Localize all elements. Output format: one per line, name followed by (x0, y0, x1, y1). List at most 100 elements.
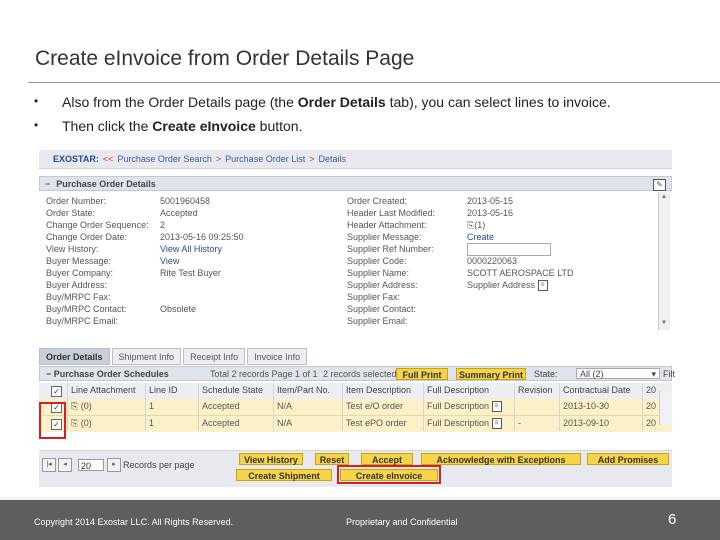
paperclip-icon: ⎘ (71, 418, 79, 428)
bullet-text-bold: Order Details (297, 94, 386, 110)
bullet-text: Also from the Order Details page (the Or… (62, 94, 611, 110)
column-header[interactable]: 20 (646, 385, 656, 395)
supplier-address-label: Supplier Address (467, 280, 536, 290)
attachment-count: (0) (80, 401, 92, 411)
bullet-list: • Also from the Order Details page (the … (34, 94, 611, 142)
field-label: Buyer Company: (46, 268, 114, 278)
view-history-button[interactable]: View History (239, 453, 303, 465)
table-cell: Accepted (202, 401, 240, 411)
acknowledge-exceptions-button[interactable]: Acknowledge with Exceptions (421, 453, 581, 465)
breadcrumb-sep: > (309, 154, 315, 164)
first-page-icon[interactable]: |◂ (42, 458, 56, 472)
create-message-link[interactable]: Create (467, 232, 494, 242)
detail-row: Buyer Address: Supplier Address: Supplie… (39, 280, 659, 292)
document-icon: ≡ (491, 401, 502, 413)
collapse-icon[interactable]: − (45, 179, 50, 189)
po-details-header[interactable]: − Purchase Order Details ✎ (39, 176, 672, 191)
field-label: Buy/MRPC Fax: (46, 292, 111, 302)
breadcrumb-item[interactable]: Details (318, 154, 346, 164)
full-description-link[interactable]: Full Description ≡ (427, 401, 502, 413)
column-header[interactable]: Revision (518, 385, 558, 395)
line-attachment[interactable]: ⎘ (0) (71, 418, 92, 429)
field-value: Obsolete (160, 304, 197, 314)
table-cell: 20 (646, 401, 657, 411)
column-header[interactable]: Line Attachment (71, 385, 136, 395)
breadcrumb-sep: > (215, 154, 222, 164)
field-label: Supplier Fax: (347, 292, 401, 302)
buyer-message-link[interactable]: View (160, 256, 179, 266)
full-description-link[interactable]: Full Description ≡ (427, 418, 502, 430)
tab-receipt-info[interactable]: Receipt Info (183, 348, 246, 365)
tab-shipment-info[interactable]: Shipment Info (111, 348, 182, 365)
breadcrumb-item[interactable]: Purchase Order List (225, 154, 305, 164)
field-label: Supplier Message: (347, 232, 422, 242)
column-header[interactable]: Contractual Date (563, 385, 643, 395)
records-per-page-select[interactable]: 20 (78, 459, 104, 471)
table-cell: 2013-09-10 (563, 418, 610, 428)
table-cell: - (518, 418, 521, 428)
summary-print-button[interactable]: Summary Print (456, 368, 526, 380)
full-description-text: Full Description (427, 418, 490, 428)
field-label: Order Number: (46, 196, 107, 206)
scroll-down-icon[interactable]: ▼ (660, 320, 668, 328)
details-scrollbar[interactable]: ▲ ▼ (658, 192, 670, 330)
attachment-count: (1) (474, 220, 486, 230)
edit-icon[interactable]: ✎ (653, 179, 666, 191)
prev-page-icon[interactable]: ◂ (58, 458, 72, 472)
slide-title: Create eInvoice from Order Details Page (35, 47, 415, 70)
tab-invoice-info[interactable]: Invoice Info (247, 348, 308, 365)
breadcrumb-item[interactable]: Purchase Order Search (117, 154, 212, 164)
column-divider (642, 383, 643, 431)
table-cell: N/A (277, 418, 293, 428)
reset-button[interactable]: Reset (315, 453, 349, 465)
tab-order-details[interactable]: Order Details (39, 348, 110, 365)
checkbox-highlight-box (39, 402, 66, 439)
state-select[interactable]: All (2) ▾ (576, 368, 660, 379)
column-header[interactable]: Full Description (427, 385, 513, 395)
full-print-button[interactable]: Full Print (396, 368, 448, 380)
table-row[interactable]: ✓ ⎘ (0) 1 Accepted N/A Test ePO order Fu… (39, 415, 672, 432)
filter-label[interactable]: Filt (663, 369, 675, 379)
detail-row: Buyer Company: Rite Test Buyer Supplier … (39, 268, 659, 280)
full-description-text: Full Description (427, 401, 490, 411)
detail-row: Buyer Message: View Supplier Code: 00002… (39, 256, 659, 268)
field-value: Accepted (160, 208, 198, 218)
schedules-title-text: Purchase Order Schedules (53, 369, 169, 379)
column-header[interactable]: Line ID (149, 385, 178, 395)
state-select-value: All (2) (580, 369, 604, 379)
create-shipment-button[interactable]: Create Shipment (236, 469, 332, 481)
table-scrollbar[interactable] (659, 391, 672, 425)
bullet-text-part: Also from the Order Details page (the (62, 94, 298, 110)
bullet-item: • Then click the Create eInvoice button. (34, 118, 611, 142)
copyright-text: Copyright 2014 Exostar LLC. All Rights R… (34, 517, 234, 527)
bullet-text: Then click the Create eInvoice button. (62, 118, 302, 134)
add-promises-button[interactable]: Add Promises (587, 453, 669, 465)
select-all-checkbox[interactable]: ✓ (51, 386, 62, 397)
breadcrumb-back[interactable]: << (103, 154, 114, 164)
tab-bar: Order Details Shipment Info Receipt Info… (39, 348, 309, 365)
view-history-link[interactable]: View All History (160, 244, 222, 254)
brand-label: EXOSTAR: (53, 154, 99, 164)
accept-button[interactable]: Accept (361, 453, 413, 465)
column-header[interactable]: Item Description (346, 385, 426, 395)
scroll-up-icon[interactable]: ▲ (660, 194, 668, 202)
table-cell: Accepted (202, 418, 240, 428)
column-header[interactable]: Schedule State (202, 385, 272, 395)
field-label: Change Order Date: (46, 232, 128, 242)
table-row[interactable]: ✓ ⎘ (0) 1 Accepted N/A Test e/O order Fu… (39, 399, 672, 415)
attachment-link[interactable]: ⎘(1) (467, 220, 485, 231)
next-page-icon[interactable]: ▸ (107, 458, 121, 472)
supplier-address-link[interactable]: Supplier Address ≡ (467, 280, 548, 292)
table-cell: N/A (277, 401, 293, 411)
line-attachment[interactable]: ⎘ (0) (71, 401, 92, 412)
attachment-count: (0) (80, 418, 92, 428)
column-header[interactable]: Item/Part No. (277, 385, 343, 395)
field-value: SCOTT AEROSPACE LTD (467, 268, 574, 278)
bullet-text-part: Then click the (62, 118, 153, 134)
field-value: 5001960458 (160, 196, 211, 206)
records-per-page-label: Records per page (123, 460, 195, 470)
paperclip-icon: ⎘ (71, 401, 79, 411)
supplier-ref-input[interactable] (467, 243, 551, 256)
field-label: Supplier Name: (347, 268, 410, 278)
field-label: Header Last Modified: (347, 208, 436, 218)
